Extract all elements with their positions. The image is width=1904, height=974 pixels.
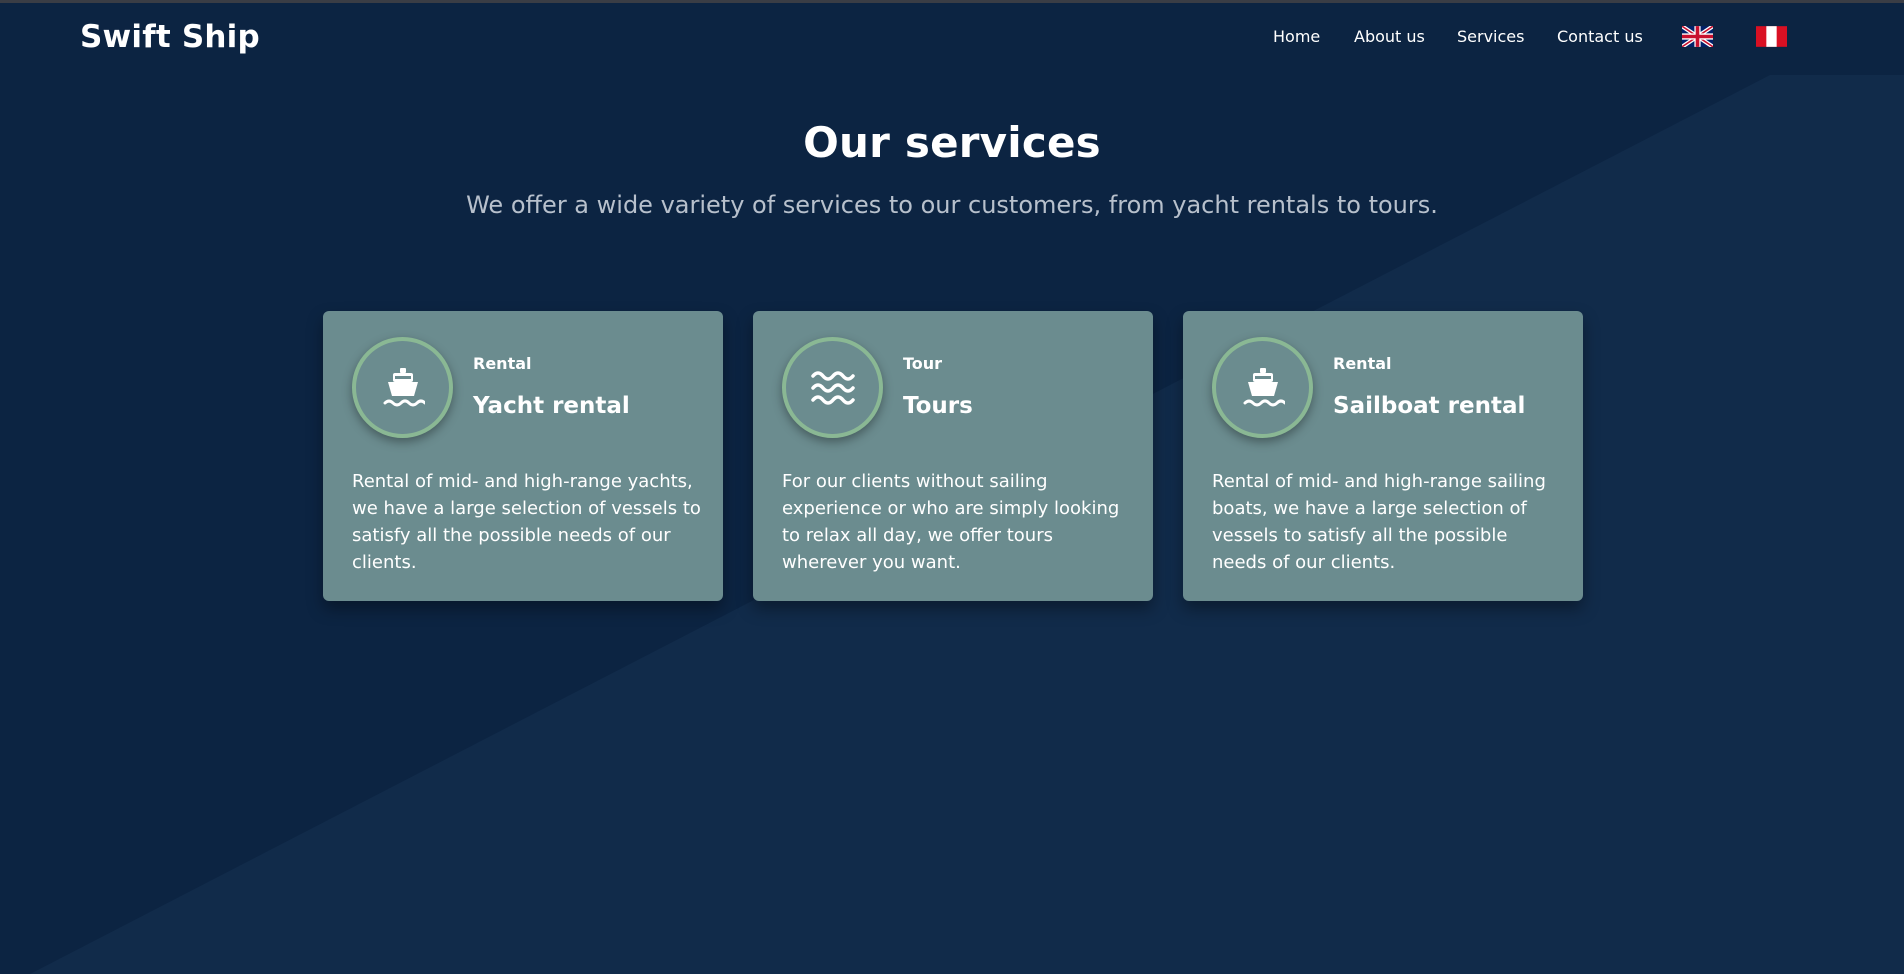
page: Swift Ship Home About us Services Contac… [0, 0, 1904, 974]
water-waves-icon [810, 370, 855, 405]
service-icon-circle [352, 337, 453, 438]
service-title: Yacht rental [473, 393, 630, 419]
service-category: Rental [1333, 354, 1392, 373]
service-category: Tour [903, 354, 943, 373]
service-card-tours[interactable]: Tour Tours For our clients without saili… [753, 311, 1153, 601]
service-card-sailboat-rental[interactable]: Rental Sailboat rental Rental of mid- an… [1183, 311, 1583, 601]
peru-flag-icon[interactable] [1756, 26, 1787, 47]
service-category: Rental [473, 354, 532, 373]
service-icon-circle [1212, 337, 1313, 438]
nav-link-services[interactable]: Services [1457, 27, 1524, 46]
uk-flag-icon[interactable] [1682, 26, 1713, 47]
nav-link-about-us[interactable]: About us [1354, 27, 1425, 46]
navbar: Swift Ship Home About us Services Contac… [0, 3, 1904, 73]
service-card-yacht-rental[interactable]: Rental Yacht rental Rental of mid- and h… [323, 311, 723, 601]
services-header: Our services We offer a wide variety of … [0, 118, 1904, 219]
nav-link-contact-us[interactable]: Contact us [1557, 27, 1643, 46]
ship-icon [1243, 367, 1285, 406]
brand-logo[interactable]: Swift Ship [80, 19, 260, 55]
service-description: Rental of mid- and high-range sailing bo… [1212, 471, 1546, 573]
page-subtitle: We offer a wide variety of services to o… [466, 191, 1438, 219]
service-description: For our clients without sailing experien… [782, 471, 1120, 573]
page-title: Our services [803, 118, 1101, 167]
service-title: Sailboat rental [1333, 393, 1526, 419]
service-title: Tours [903, 393, 973, 419]
service-icon-circle [782, 337, 883, 438]
service-description: Rental of mid- and high-range yachts, we… [352, 471, 701, 573]
ship-icon [383, 367, 425, 406]
nav-link-home[interactable]: Home [1273, 27, 1320, 46]
